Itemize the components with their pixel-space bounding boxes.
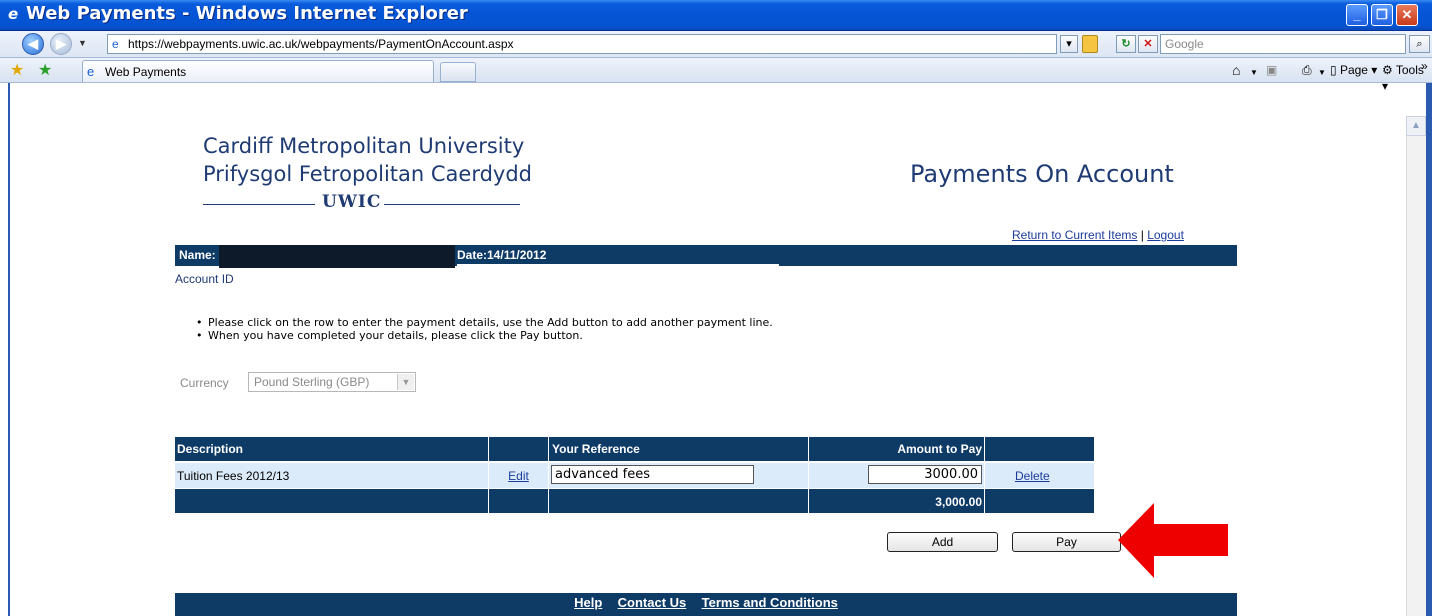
pay-button[interactable]: Pay <box>1012 532 1121 552</box>
instructions-list: Please click on the row to enter the pay… <box>196 316 773 342</box>
total-row-action <box>985 489 1094 513</box>
row-delete-cell: Delete <box>985 463 1094 488</box>
chevron-more-icon[interactable]: » <box>1421 58 1428 74</box>
tab-label: Web Payments <box>105 65 187 79</box>
row-amount-cell: 3000.00 <box>809 463 985 488</box>
logo-rule-right <box>384 204 520 205</box>
close-button[interactable]: ✕ <box>1396 4 1418 26</box>
feeds-icon[interactable]: ▣ <box>1266 62 1277 78</box>
ie-page-icon: e <box>87 64 95 79</box>
add-button[interactable]: Add <box>887 532 998 552</box>
new-tab-button[interactable] <box>440 62 476 82</box>
instruction-item: When you have completed your details, pl… <box>196 329 773 342</box>
total-row-description <box>175 489 489 513</box>
university-name-cy: Prifysgol Fetropolitan Caerdydd <box>203 162 533 186</box>
print-icon[interactable]: ⎙ <box>1302 62 1312 78</box>
back-button[interactable]: ◀ <box>22 33 44 55</box>
logo-rule-left <box>203 204 315 205</box>
links-separator: | <box>1140 228 1144 242</box>
reference-input[interactable]: advanced fees <box>551 465 754 484</box>
terms-link[interactable]: Terms and Conditions <box>702 595 838 610</box>
chevron-down-icon: ▼ <box>397 374 414 390</box>
home-icon[interactable]: ⌂ <box>1232 62 1240 78</box>
window-right-edge <box>1426 83 1432 616</box>
amount-input[interactable]: 3000.00 <box>868 465 982 484</box>
page-title: Payments On Account <box>910 160 1174 188</box>
total-row-edit <box>489 489 549 513</box>
header-reference: Your Reference <box>549 437 809 461</box>
redacted-name <box>219 245 455 268</box>
page-menu[interactable]: ▯ Page ▾ <box>1330 62 1377 78</box>
currency-value: Pound Sterling (GBP) <box>254 375 370 389</box>
help-link[interactable]: Help <box>574 595 602 610</box>
header-edit <box>489 437 549 461</box>
row-reference-cell: advanced fees <box>549 463 809 488</box>
date-label: Date:14/11/2012 <box>457 248 547 262</box>
maximize-button[interactable]: ❐ <box>1371 4 1393 26</box>
delete-link[interactable]: Delete <box>1015 469 1050 483</box>
window-titlebar[interactable]: e Web Payments - Windows Internet Explor… <box>0 0 1432 31</box>
window-title: Web Payments - Windows Internet Explorer <box>26 3 468 24</box>
home-dropdown-icon[interactable]: ▼ <box>1250 65 1258 81</box>
account-id-label: Account ID <box>175 272 234 286</box>
tab-web-payments[interactable]: e Web Payments <box>82 60 434 82</box>
add-favorites-icon[interactable]: ★ <box>38 60 52 80</box>
logout-link[interactable]: Logout <box>1147 228 1184 242</box>
ie-logo-icon: e <box>8 5 19 23</box>
header-amount: Amount to Pay <box>809 437 985 461</box>
vertical-scrollbar[interactable] <box>1406 116 1427 616</box>
page-icon: e <box>112 37 119 51</box>
redaction-strip <box>457 264 779 267</box>
page-footer: Help Contact Us Terms and Conditions <box>175 593 1237 616</box>
red-arrow-annotation <box>1118 503 1228 578</box>
currency-select[interactable]: Pound Sterling (GBP) ▼ <box>248 372 416 392</box>
tab-bar: ★ ★ e Web Payments ⌂ ▼ ▣ ⎙ ▼ ▯ Page ▾ ⚙ … <box>0 58 1432 93</box>
return-to-current-items-link[interactable]: Return to Current Items <box>1012 228 1137 242</box>
row-description[interactable]: Tuition Fees 2012/13 <box>175 463 489 488</box>
stop-button[interactable]: ✕ <box>1138 35 1158 53</box>
header-action <box>985 437 1094 461</box>
account-info-bar: Name: Date:14/11/2012 <box>175 245 1237 268</box>
minimize-button[interactable]: _ <box>1346 4 1368 26</box>
header-description: Description <box>175 437 489 461</box>
search-placeholder: Google <box>1165 37 1204 51</box>
recent-pages-dropdown-icon[interactable]: ▼ <box>78 38 87 48</box>
search-button[interactable]: ⌕ <box>1409 35 1430 53</box>
edit-link[interactable]: Edit <box>508 469 529 483</box>
address-bar[interactable]: e https://webpayments.uwic.ac.uk/webpaym… <box>107 34 1057 54</box>
uwic-logo: UWIC <box>322 192 382 212</box>
instruction-item: Please click on the row to enter the pay… <box>196 316 773 329</box>
navigation-bar: ◀ ▶ ▼ e https://webpayments.uwic.ac.uk/w… <box>0 31 1432 58</box>
row-edit-cell: Edit <box>489 463 549 488</box>
page-frame-left <box>0 83 10 616</box>
lock-icon[interactable] <box>1082 35 1098 53</box>
favorites-star-icon[interactable]: ★ <box>10 60 24 80</box>
address-url: https://webpayments.uwic.ac.uk/webpaymen… <box>128 37 514 51</box>
address-dropdown-button[interactable]: ▾ <box>1060 35 1078 53</box>
name-label: Name: <box>179 248 216 262</box>
tools-menu-label: Tools <box>1395 63 1424 77</box>
arrow-shape <box>1118 503 1228 578</box>
total-row-reference <box>549 489 809 513</box>
currency-label: Currency <box>180 376 229 390</box>
scroll-up-button[interactable]: ▲ <box>1406 116 1426 136</box>
contact-us-link[interactable]: Contact Us <box>618 595 687 610</box>
refresh-button[interactable]: ↻ <box>1116 35 1136 53</box>
header-links: Return to Current Items | Logout <box>1012 228 1184 242</box>
search-input[interactable]: Google <box>1160 34 1406 54</box>
university-name-en: Cardiff Metropolitan University <box>203 134 525 158</box>
forward-button[interactable]: ▶ <box>50 33 72 55</box>
page-menu-label: Page <box>1339 63 1368 77</box>
print-dropdown-icon[interactable]: ▼ <box>1318 65 1326 81</box>
total-amount: 3,000.00 <box>809 489 985 513</box>
